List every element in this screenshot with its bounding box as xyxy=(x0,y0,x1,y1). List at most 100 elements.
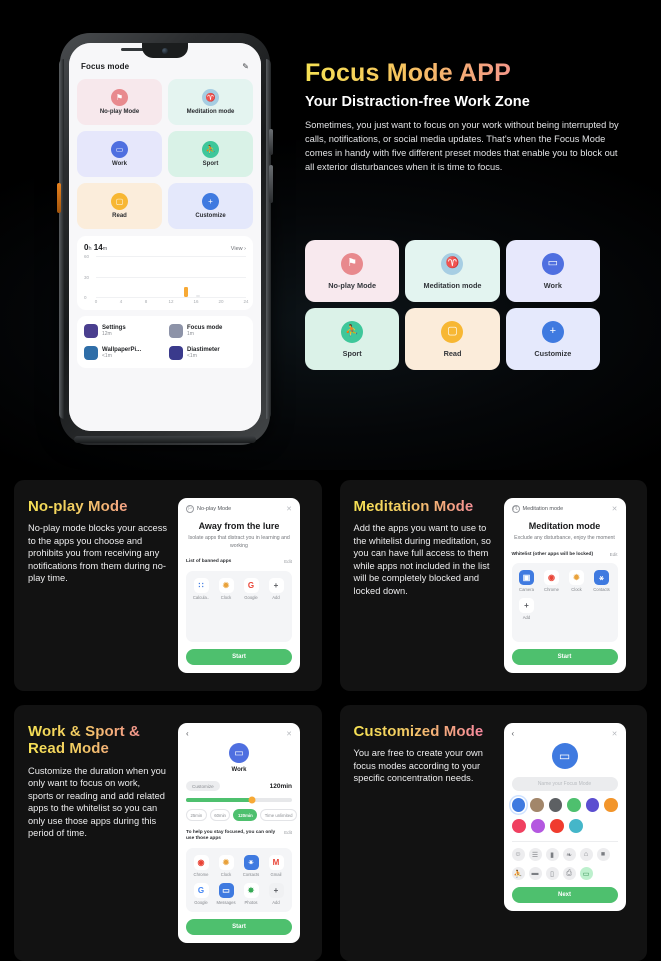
panel-app-item[interactable]: + Add xyxy=(266,577,286,600)
phone-volume-button[interactable] xyxy=(269,129,273,155)
back-arrow-icon[interactable]: ‹ xyxy=(512,730,515,738)
wallpaper-icon xyxy=(84,346,98,360)
close-icon[interactable]: ✕ xyxy=(286,731,292,738)
color-swatch[interactable] xyxy=(549,819,564,833)
panel-noplay: ⚐ No-play Mode ✕ Away from the lure Isol… xyxy=(178,498,300,673)
color-swatch[interactable] xyxy=(511,819,526,833)
home-icon[interactable]: ⌂ xyxy=(579,848,593,861)
feature-title-noplay: No-play Mode xyxy=(28,498,168,515)
leaf-icon[interactable]: ❧ xyxy=(562,848,576,861)
panel-app-item[interactable]: ▭ Messages xyxy=(216,882,236,905)
panel-app-item[interactable]: M Gmail xyxy=(266,854,286,877)
color-swatch[interactable] xyxy=(530,819,545,833)
panel-app-item[interactable]: ✹ Clock xyxy=(567,570,587,592)
runner-icon[interactable]: ⛹ xyxy=(511,867,525,880)
duration-chip[interactable]: 25min xyxy=(186,809,207,821)
bed-icon[interactable]: ▬ xyxy=(528,867,542,880)
duration-chip[interactable]: 60min xyxy=(209,809,231,821)
mode-card-meditation-mode[interactable]: ♈ Meditation mode xyxy=(405,240,500,302)
panel-edit-link[interactable]: Edit xyxy=(284,559,292,564)
back-arrow-icon[interactable]: ‹ xyxy=(186,730,189,738)
app-usage-item[interactable]: WallpaperPi... <1m xyxy=(84,344,161,362)
phone-mode-card-2[interactable]: ▭ Work xyxy=(77,131,162,177)
panel-app-item[interactable]: ◉ Chrome xyxy=(191,854,211,877)
phone-custom-key[interactable] xyxy=(57,183,61,213)
briefcase-icon[interactable]: ■ xyxy=(596,848,610,861)
color-swatch[interactable] xyxy=(530,798,544,812)
panel-app-item[interactable]: ◉ Chrome xyxy=(542,570,562,592)
panel-app-item[interactable]: ✹ Clock xyxy=(216,854,236,877)
panel-app-item[interactable]: ⚹ Contacts xyxy=(592,570,612,592)
mode-card-work[interactable]: ▭ Work xyxy=(505,240,600,302)
color-swatch[interactable] xyxy=(511,798,525,812)
color-swatch[interactable] xyxy=(585,798,599,812)
list-icon[interactable]: ☰ xyxy=(528,848,542,861)
book-icon[interactable]: ▯ xyxy=(545,867,559,880)
app-usage-item[interactable]: Focus mode 1m xyxy=(169,322,246,340)
mode-card-read[interactable]: ▢ Read xyxy=(405,308,500,370)
panel-app-item[interactable]: + Add xyxy=(266,882,286,905)
graduation-cap-icon: ⚐ xyxy=(186,505,194,513)
color-swatch[interactable] xyxy=(548,798,562,812)
chart-x-tick: 12 xyxy=(168,299,174,304)
phone-mode-card-0[interactable]: ⚑ No-play Mode xyxy=(77,79,162,125)
bookmark-icon[interactable]: ▮ xyxy=(545,848,559,861)
panel-app-name: Photos xyxy=(244,899,258,905)
panel-app-item[interactable]: ▣ Camera xyxy=(517,570,537,592)
app-usage-item[interactable]: Settings 12m xyxy=(84,322,161,340)
customize-label[interactable]: Customize xyxy=(186,781,220,791)
duration-slider[interactable] xyxy=(186,796,292,804)
duration-chip[interactable]: Time unlimited xyxy=(260,809,298,821)
feature-title-work: Work & Sport & Read Mode xyxy=(28,723,168,758)
panel-edit-link[interactable]: Edit xyxy=(284,830,292,835)
panel-app-item[interactable]: G Google xyxy=(191,882,211,905)
plus-icon: + xyxy=(541,320,564,343)
panel-app-list: ▣ Camera ◉ Chrome ✹ Clock ⚹ Contacts + Add xyxy=(517,570,613,620)
print-icon[interactable]: ⎙ xyxy=(562,867,576,880)
close-icon[interactable]: ✕ xyxy=(612,506,618,513)
phone-mode-card-1[interactable]: ♈ Meditation mode xyxy=(168,79,253,125)
mode-card-no-play-mode[interactable]: ⚑ No-play Mode xyxy=(305,240,400,302)
smiley-icon[interactable]: ☺ xyxy=(511,848,525,861)
mode-name-input[interactable]: Name your Focus Mode xyxy=(511,777,618,791)
panel-app-item[interactable]: ∷ Calcula.. xyxy=(191,577,211,600)
plus-icon: + xyxy=(268,882,284,898)
phone-mode-card-3[interactable]: ⛹ Sport xyxy=(168,131,253,177)
mode-card-customize[interactable]: + Customize xyxy=(505,308,600,370)
google-icon: G xyxy=(193,882,209,898)
phone-right-rail xyxy=(266,59,271,419)
color-swatch[interactable] xyxy=(568,819,583,833)
messages-icon: ▭ xyxy=(218,882,234,898)
chart-bar xyxy=(183,287,188,297)
phone-mode-card-4[interactable]: ▢ Read xyxy=(77,183,162,229)
panel-app-item[interactable]: G Google xyxy=(241,577,261,600)
start-button[interactable]: Start xyxy=(511,649,618,665)
panel-app-list: ∷ Calcula.. ✹ Clock G Google + Add xyxy=(191,577,287,600)
phone-mode-card-5[interactable]: + Customize xyxy=(168,183,253,229)
start-button[interactable]: Start xyxy=(186,918,292,935)
chart-view-link[interactable]: View › xyxy=(231,246,246,252)
slider-knob[interactable] xyxy=(248,796,256,804)
close-icon[interactable]: ✕ xyxy=(612,731,618,738)
card-icon[interactable]: ▭ xyxy=(579,867,593,880)
chrome-icon: ◉ xyxy=(193,854,209,870)
pencil-icon[interactable]: ✎ xyxy=(242,62,249,71)
next-button[interactable]: Next xyxy=(511,887,618,903)
panel-app-name: Clock xyxy=(220,594,232,600)
app-usage-item[interactable]: Diastimeter <1m xyxy=(169,344,246,362)
panel-app-item[interactable]: ✸ Photos xyxy=(241,882,261,905)
color-swatch[interactable] xyxy=(604,798,618,812)
panel-app-item[interactable]: ✹ Clock xyxy=(216,577,236,600)
close-icon[interactable]: ✕ xyxy=(286,506,292,513)
color-swatch[interactable] xyxy=(567,798,581,812)
phone-power-button[interactable] xyxy=(269,165,273,203)
panel-app-item[interactable]: + Add xyxy=(517,598,537,620)
duration-chip[interactable]: 120min xyxy=(233,809,258,821)
panel-app-item[interactable]: ⚹ Contacts xyxy=(241,854,261,877)
mode-card-sport[interactable]: ⛹ Sport xyxy=(305,308,400,370)
meditation-icon: ♈ xyxy=(202,89,219,106)
book-icon: ▢ xyxy=(111,193,128,210)
panel-edit-link[interactable]: Edit xyxy=(610,552,618,557)
clock-icon: ✹ xyxy=(218,854,234,870)
start-button[interactable]: Start xyxy=(186,649,292,665)
